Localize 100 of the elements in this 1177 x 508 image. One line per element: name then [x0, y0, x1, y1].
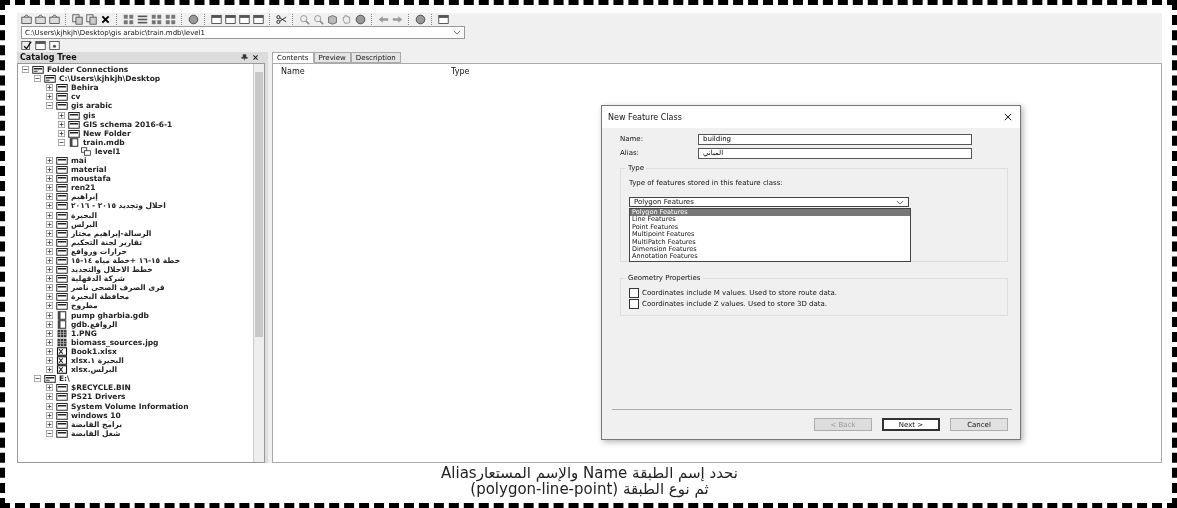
- expand-icon[interactable]: [58, 129, 65, 137]
- expand-icon[interactable]: [46, 347, 53, 355]
- expand-icon[interactable]: [46, 184, 53, 192]
- folder-icon: [56, 101, 68, 111]
- expand-icon[interactable]: [46, 384, 53, 392]
- folder-icon: [56, 183, 68, 193]
- collapse-icon[interactable]: [34, 375, 41, 383]
- expand-icon[interactable]: [46, 266, 53, 274]
- folder-icon: [56, 283, 68, 293]
- folder-icon: [56, 292, 68, 302]
- caption-text: ثم نوع الطبقة (polygon-line-point): [470, 481, 709, 497]
- expand-icon[interactable]: [46, 366, 53, 374]
- expand-icon[interactable]: [58, 111, 65, 119]
- expand-icon[interactable]: [46, 175, 53, 183]
- spreadsheet-icon: [56, 365, 68, 375]
- dialog-title: New Feature Class: [608, 112, 682, 122]
- expand-icon[interactable]: [46, 311, 53, 319]
- column-header[interactable]: Type: [451, 67, 621, 76]
- grid-view-icon[interactable]: [165, 14, 176, 25]
- expand-icon[interactable]: [46, 357, 53, 365]
- expand-icon[interactable]: [46, 393, 53, 401]
- close-icon[interactable]: [252, 54, 259, 61]
- expand-icon[interactable]: [46, 166, 53, 174]
- scrollbar[interactable]: [253, 64, 264, 462]
- copy-icon[interactable]: [72, 14, 83, 25]
- raster-icon: [56, 337, 68, 347]
- expand-icon[interactable]: [46, 275, 53, 283]
- collapse-icon[interactable]: [46, 102, 53, 110]
- folder-icon: [56, 401, 68, 411]
- expand-icon[interactable]: [46, 411, 53, 419]
- collapse-icon[interactable]: [58, 138, 65, 146]
- folder-icon: [56, 410, 68, 420]
- window-icon[interactable]: [49, 40, 60, 51]
- expand-icon[interactable]: [46, 238, 53, 246]
- expand-icon[interactable]: [46, 247, 53, 255]
- folder-icon: [56, 274, 68, 284]
- expand-icon[interactable]: [46, 157, 53, 164]
- expand-icon[interactable]: [46, 338, 53, 346]
- folder-icon: [56, 156, 68, 165]
- edit-icon[interactable]: [21, 40, 32, 51]
- spreadsheet-icon: [56, 346, 68, 356]
- expand-icon[interactable]: [46, 193, 53, 201]
- scissors-icon[interactable]: [276, 14, 287, 25]
- grid-view-icon[interactable]: [123, 14, 134, 25]
- window-icon[interactable]: [35, 40, 46, 51]
- window-icon[interactable]: [211, 14, 222, 25]
- caption-text: نحدد إسم الطبقة Name والإسم المستعارAlias: [441, 465, 738, 481]
- expand-icon[interactable]: [46, 420, 53, 428]
- folder-icon: [56, 419, 68, 429]
- expand-icon[interactable]: [46, 229, 53, 237]
- folder-icon: [56, 83, 68, 93]
- expand-icon[interactable]: [46, 329, 53, 337]
- collapse-icon[interactable]: [34, 75, 41, 83]
- expand-icon[interactable]: [46, 257, 53, 264]
- zoom-out-icon[interactable]: [313, 14, 324, 25]
- expand-icon[interactable]: [46, 93, 53, 101]
- folder-icon: [56, 192, 68, 202]
- collapse-icon[interactable]: [22, 66, 29, 74]
- folder-icon: [56, 92, 68, 102]
- expand-icon[interactable]: [46, 211, 53, 219]
- expand-icon[interactable]: [46, 320, 53, 328]
- window-icon[interactable]: [253, 14, 264, 25]
- expand-icon[interactable]: [46, 293, 53, 301]
- grid-view-icon[interactable]: [151, 14, 162, 25]
- database-icon: [56, 310, 68, 320]
- folder-icon: [68, 119, 80, 129]
- checkbox[interactable]: [629, 287, 639, 298]
- folder-icon: [56, 392, 68, 402]
- folder-icon: [56, 210, 68, 220]
- window-icon[interactable]: [438, 14, 449, 25]
- expand-icon[interactable]: [46, 302, 53, 310]
- close-icon[interactable]: [1004, 113, 1012, 121]
- expand-icon[interactable]: [46, 202, 53, 210]
- expand-icon[interactable]: [46, 84, 53, 92]
- window-icon[interactable]: [225, 14, 236, 25]
- expand-icon[interactable]: [58, 120, 65, 128]
- column-header[interactable]: Name: [281, 67, 451, 76]
- delete-icon[interactable]: [100, 14, 111, 25]
- pane-title: Catalog Tree: [20, 53, 77, 62]
- spreadsheet-icon: [56, 356, 68, 366]
- collapse-icon[interactable]: [46, 429, 53, 437]
- pin-icon[interactable]: [241, 54, 248, 61]
- paste-icon[interactable]: [86, 14, 97, 25]
- expand-icon[interactable]: [46, 402, 53, 410]
- expand-icon[interactable]: [46, 284, 53, 292]
- window-icon[interactable]: [239, 14, 250, 25]
- folder-icon: [56, 246, 68, 256]
- folder-icon: [56, 237, 68, 247]
- database-icon: [68, 137, 80, 147]
- folder-icon: [56, 301, 68, 311]
- dataset-icon: [80, 146, 92, 156]
- list-view-icon[interactable]: [137, 14, 148, 25]
- zoom-in-icon[interactable]: [299, 14, 310, 25]
- folder-icon: [56, 383, 68, 393]
- expand-icon[interactable]: [46, 220, 53, 228]
- checkbox[interactable]: [629, 298, 639, 309]
- database-icon: [56, 319, 68, 329]
- folder-icon: [56, 174, 68, 184]
- folder-icon: [44, 74, 56, 84]
- folder-icon: [56, 265, 68, 275]
